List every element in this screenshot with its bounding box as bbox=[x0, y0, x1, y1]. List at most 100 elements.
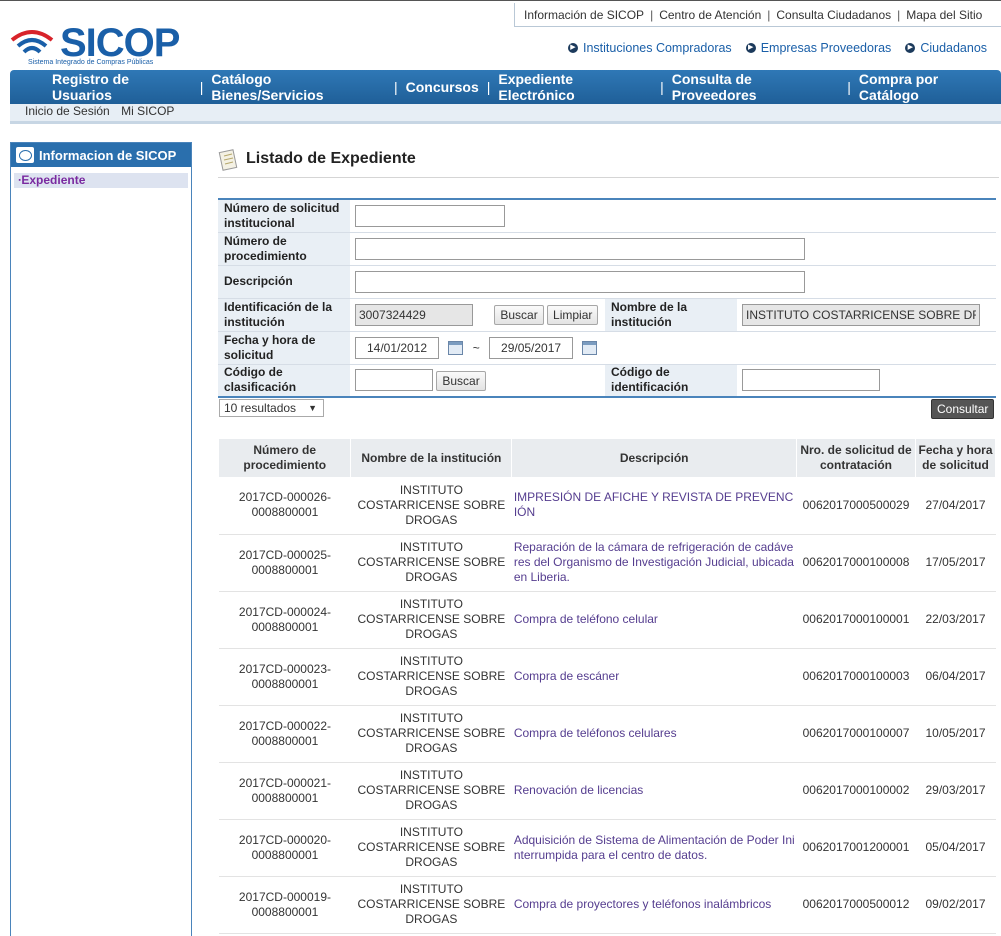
col-header-institucion: Nombre de la institución bbox=[350, 439, 513, 477]
codigo-id-cell bbox=[737, 364, 996, 398]
procedimiento-cell bbox=[350, 232, 996, 266]
page-title-bar: Listado de Expediente bbox=[218, 140, 999, 178]
table-header-row: Número de procedimiento Nombre de la ins… bbox=[219, 439, 996, 477]
secnav-ciudadanos[interactable]: ▶ Ciudadanos bbox=[905, 41, 987, 55]
nav-concursos[interactable]: Concursos bbox=[406, 79, 479, 95]
main-nav: Registro de Usuarios | Catálogo Bienes/S… bbox=[10, 70, 1001, 104]
col-header-descripcion: Descripción bbox=[511, 439, 798, 477]
top-link-informacion[interactable]: Información de SICOP bbox=[524, 8, 644, 22]
cell-descripcion-link[interactable]: Compra de teléfono celular bbox=[511, 591, 797, 649]
subnav-inicio-sesion[interactable]: Inicio de Sesión bbox=[25, 104, 110, 118]
nombre-cell bbox=[737, 298, 996, 332]
separator: | bbox=[393, 79, 398, 95]
nav-catalogo[interactable]: Catálogo Bienes/Servicios bbox=[211, 71, 386, 103]
sidebar-item-label: Expediente bbox=[21, 173, 86, 187]
top-links-bar: Información de SICOP | Centro de Atenció… bbox=[514, 3, 1001, 27]
procedimiento-input[interactable] bbox=[355, 237, 805, 260]
solicitud-label: Número de solicitud institucional bbox=[218, 199, 350, 233]
cell-solicitud: 0062017000100008 bbox=[796, 534, 916, 592]
solicitud-cell bbox=[350, 199, 996, 233]
top-link-consulta-ciudadanos[interactable]: Consulta Ciudadanos bbox=[776, 8, 891, 22]
cell-fecha: 29/03/2017 bbox=[915, 762, 996, 820]
calendar-icon[interactable] bbox=[448, 341, 464, 356]
subnav-mi-sicop[interactable]: Mi SICOP bbox=[121, 104, 174, 118]
wifi-logo-icon bbox=[10, 30, 54, 54]
identificacion-cell: Buscar Limpiar bbox=[350, 298, 605, 332]
consultar-button[interactable]: Consultar bbox=[931, 399, 995, 419]
cell-descripcion-link[interactable]: Compra de teléfonos celulares bbox=[511, 705, 797, 763]
sidebar: Informacion de SICOP ∙Expediente bbox=[10, 142, 192, 936]
cell-fecha: 27/04/2017 bbox=[915, 477, 996, 535]
table-row: 2017CD-000020-0008800001 INSTITUTO COSTA… bbox=[219, 819, 996, 877]
nav-compra-catalogo[interactable]: Compra por Catálogo bbox=[859, 71, 1001, 103]
results-per-page-select[interactable]: 10 resultados ▼ bbox=[219, 399, 324, 417]
procedimiento-label: Número de procedimiento bbox=[218, 232, 350, 266]
cell-descripcion-link[interactable]: Compra de proyectores y teléfonos inalám… bbox=[511, 876, 797, 934]
cell-procedimiento: 2017CD-000024-0008800001 bbox=[219, 591, 351, 649]
cell-descripcion-link[interactable]: Renovación de licencias bbox=[511, 762, 797, 820]
cell-descripcion-link[interactable]: Compra de escáner bbox=[511, 648, 797, 706]
sidebar-header: Informacion de SICOP bbox=[11, 143, 191, 167]
arrow-bullet-icon: ▶ bbox=[568, 43, 578, 53]
fecha-desde-input[interactable] bbox=[355, 336, 439, 359]
sicop-logo[interactable]: SICOP Sistema Integrado de Compras Públi… bbox=[10, 22, 200, 70]
cell-fecha: 22/03/2017 bbox=[915, 591, 996, 649]
separator: | bbox=[650, 7, 654, 22]
limpiar-button[interactable]: Limpiar bbox=[547, 305, 599, 326]
cell-descripcion-link[interactable]: Reparación de la cámara de refrigeración… bbox=[511, 534, 797, 592]
secondary-nav: ▶ Instituciones Compradoras ▶ Empresas P… bbox=[568, 41, 987, 55]
table-row: 2017CD-000023-0008800001 INSTITUTO COSTA… bbox=[219, 648, 996, 706]
cell-solicitud: 0062017000100001 bbox=[796, 591, 916, 649]
buscar-institucion-button[interactable]: Buscar bbox=[494, 305, 544, 326]
cell-descripcion-link[interactable]: Adquisición de Sistema de Alimentación d… bbox=[511, 819, 797, 877]
cell-solicitud: 0062017000100003 bbox=[796, 648, 916, 706]
identificacion-label: Identificación de la institución bbox=[218, 298, 350, 332]
sub-nav: Inicio de Sesión Mi SICOP bbox=[10, 104, 1001, 124]
cell-solicitud: 0062017001200001 bbox=[796, 819, 916, 877]
calendar-icon[interactable] bbox=[582, 341, 598, 356]
clasificacion-cell: Buscar bbox=[350, 364, 605, 398]
cell-institucion: INSTITUTO COSTARRICENSE SOBRE DROGAS bbox=[350, 477, 512, 535]
clasificacion-input[interactable] bbox=[355, 369, 433, 392]
cell-procedimiento: 2017CD-000022-0008800001 bbox=[219, 705, 351, 763]
cell-institucion: INSTITUTO COSTARRICENSE SOBRE DROGAS bbox=[350, 648, 512, 706]
cell-fecha: 17/05/2017 bbox=[915, 534, 996, 592]
cell-solicitud: 0062017000500029 bbox=[796, 477, 916, 535]
descripcion-input[interactable] bbox=[355, 270, 805, 293]
identificacion-input[interactable] bbox=[355, 303, 473, 326]
table-row: 2017CD-000024-0008800001 INSTITUTO COSTA… bbox=[219, 591, 996, 649]
cell-descripcion-link[interactable]: IMPRESIÓN DE AFICHE Y REVISTA DE PREVENC… bbox=[511, 477, 797, 535]
col-header-solicitud: Nro. de solicitud de contratación bbox=[796, 439, 916, 477]
top-link-mapa-sitio[interactable]: Mapa del Sitio bbox=[906, 8, 982, 22]
solicitud-input[interactable] bbox=[355, 204, 505, 227]
cell-institucion: INSTITUTO COSTARRICENSE SOBRE DROGAS bbox=[350, 819, 512, 877]
nombre-label: Nombre de la institución bbox=[605, 298, 737, 332]
separator: | bbox=[767, 7, 771, 22]
nav-expediente[interactable]: Expediente Electrónico bbox=[498, 71, 652, 103]
secnav-label: Instituciones Compradoras bbox=[583, 41, 732, 55]
cell-institucion: INSTITUTO COSTARRICENSE SOBRE DROGAS bbox=[350, 534, 512, 592]
sidebar-item-expediente[interactable]: ∙Expediente bbox=[14, 173, 188, 188]
separator: | bbox=[660, 79, 664, 95]
nav-consulta-proveedores[interactable]: Consulta de Proveedores bbox=[672, 71, 840, 103]
codigo-id-input[interactable] bbox=[742, 369, 880, 392]
table-row: 2017CD-000021-0008800001 INSTITUTO COSTA… bbox=[219, 762, 996, 820]
buscar-clasificacion-button[interactable]: Buscar bbox=[436, 371, 486, 392]
cell-institucion: INSTITUTO COSTARRICENSE SOBRE DROGAS bbox=[350, 876, 512, 934]
fecha-hasta-input[interactable] bbox=[489, 336, 574, 359]
table-row: 2017CD-000022-0008800001 INSTITUTO COSTA… bbox=[219, 705, 996, 763]
separator: | bbox=[897, 7, 901, 22]
top-link-centro-atencion[interactable]: Centro de Atención bbox=[659, 8, 761, 22]
fecha-label: Fecha y hora de solicitud bbox=[218, 331, 350, 365]
nav-registro-usuarios[interactable]: Registro de Usuarios bbox=[52, 71, 192, 103]
cell-fecha: 06/04/2017 bbox=[915, 648, 996, 706]
logo-tagline: Sistema Integrado de Compras Públicas bbox=[28, 59, 154, 66]
secnav-instituciones[interactable]: ▶ Instituciones Compradoras bbox=[568, 41, 732, 55]
secnav-label: Ciudadanos bbox=[920, 41, 988, 55]
date-range-separator: ~ bbox=[472, 340, 480, 355]
table-row: 2017CD-000026-0008800001 INSTITUTO COSTA… bbox=[219, 477, 996, 535]
page-title: Listado de Expediente bbox=[246, 149, 416, 167]
codigo-id-label: Código de identificación bbox=[605, 364, 737, 398]
secnav-empresas[interactable]: ▶ Empresas Proveedoras bbox=[745, 41, 891, 55]
nombre-input[interactable] bbox=[742, 303, 980, 326]
